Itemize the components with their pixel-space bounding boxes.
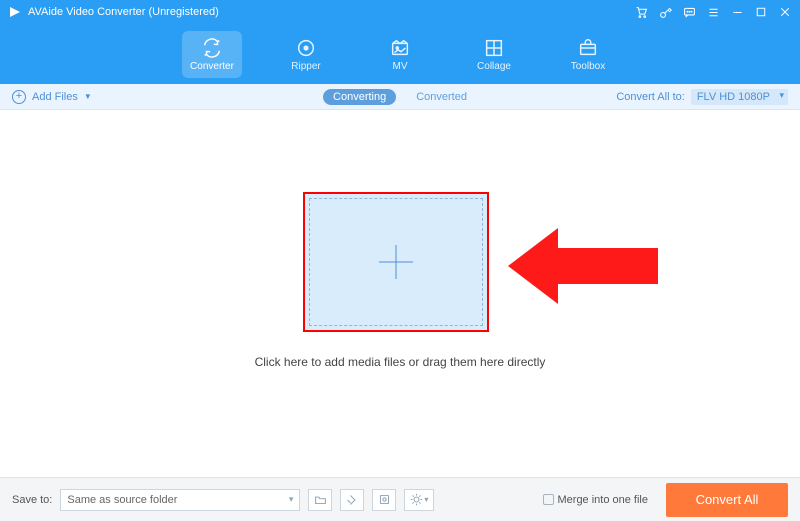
save-to-value: Same as source folder <box>67 494 177 506</box>
add-files-label: Add Files <box>32 91 78 103</box>
mode-label: Converter <box>190 61 234 72</box>
mode-label: Ripper <box>291 61 320 72</box>
title-bar: AVAide Video Converter (Unregistered) <box>0 0 800 24</box>
close-icon[interactable] <box>778 5 792 19</box>
convert-all-button[interactable]: Convert All <box>666 483 788 517</box>
menu-icon[interactable] <box>706 5 720 19</box>
mode-mv[interactable]: MV <box>370 31 430 78</box>
gpu-button[interactable] <box>372 489 396 511</box>
save-to-label: Save to: <box>12 494 52 506</box>
status-tabs: Converting Converted <box>323 89 477 105</box>
mode-label: MV <box>393 61 408 72</box>
merge-label: Merge into one file <box>558 494 649 506</box>
converter-icon <box>201 37 223 59</box>
plus-icon <box>379 245 413 279</box>
tab-converting[interactable]: Converting <box>323 89 396 105</box>
toolbar: + Add Files ▼ Converting Converted Conve… <box>0 84 800 110</box>
minimize-icon[interactable] <box>730 5 744 19</box>
mode-toolbox[interactable]: Toolbox <box>558 31 618 78</box>
key-icon[interactable] <box>658 5 672 19</box>
tab-converted[interactable]: Converted <box>406 89 477 105</box>
mv-icon <box>389 37 411 59</box>
app-logo-icon <box>8 5 22 19</box>
chevron-down-icon: ▼ <box>84 92 92 101</box>
mode-ripper[interactable]: Ripper <box>276 31 336 78</box>
maximize-icon[interactable] <box>754 5 768 19</box>
mode-bar: Converter Ripper MV Collage Toolbox <box>0 24 800 84</box>
merge-checkbox[interactable]: Merge into one file <box>543 494 649 506</box>
workspace: Click here to add media files or drag th… <box>0 110 800 477</box>
output-format-select[interactable]: FLV HD 1080P <box>691 89 788 105</box>
mode-converter[interactable]: Converter <box>182 31 242 78</box>
save-to-select[interactable]: Same as source folder <box>60 489 300 511</box>
checkbox-icon <box>543 494 554 505</box>
settings-button[interactable]: ▾ <box>404 489 434 511</box>
footer-bar: Save to: Same as source folder ▾ Merge i… <box>0 477 800 521</box>
open-folder-button[interactable] <box>308 489 332 511</box>
mode-label: Toolbox <box>571 61 605 72</box>
mode-label: Collage <box>477 61 511 72</box>
cart-icon[interactable] <box>634 5 648 19</box>
mode-collage[interactable]: Collage <box>464 31 524 78</box>
feedback-icon[interactable] <box>682 5 696 19</box>
toolbox-icon <box>577 37 599 59</box>
convert-all-label: Convert All to: <box>616 91 684 103</box>
window-title: AVAide Video Converter (Unregistered) <box>28 6 634 18</box>
collage-icon <box>483 37 505 59</box>
add-media-dropzone[interactable] <box>303 192 489 332</box>
annotation-arrow <box>508 216 668 316</box>
dropzone-hint: Click here to add media files or drag th… <box>0 355 800 369</box>
plus-circle-icon: + <box>12 90 26 104</box>
add-files-button[interactable]: + Add Files ▼ <box>12 90 92 104</box>
speed-button[interactable] <box>340 489 364 511</box>
ripper-icon <box>295 37 317 59</box>
